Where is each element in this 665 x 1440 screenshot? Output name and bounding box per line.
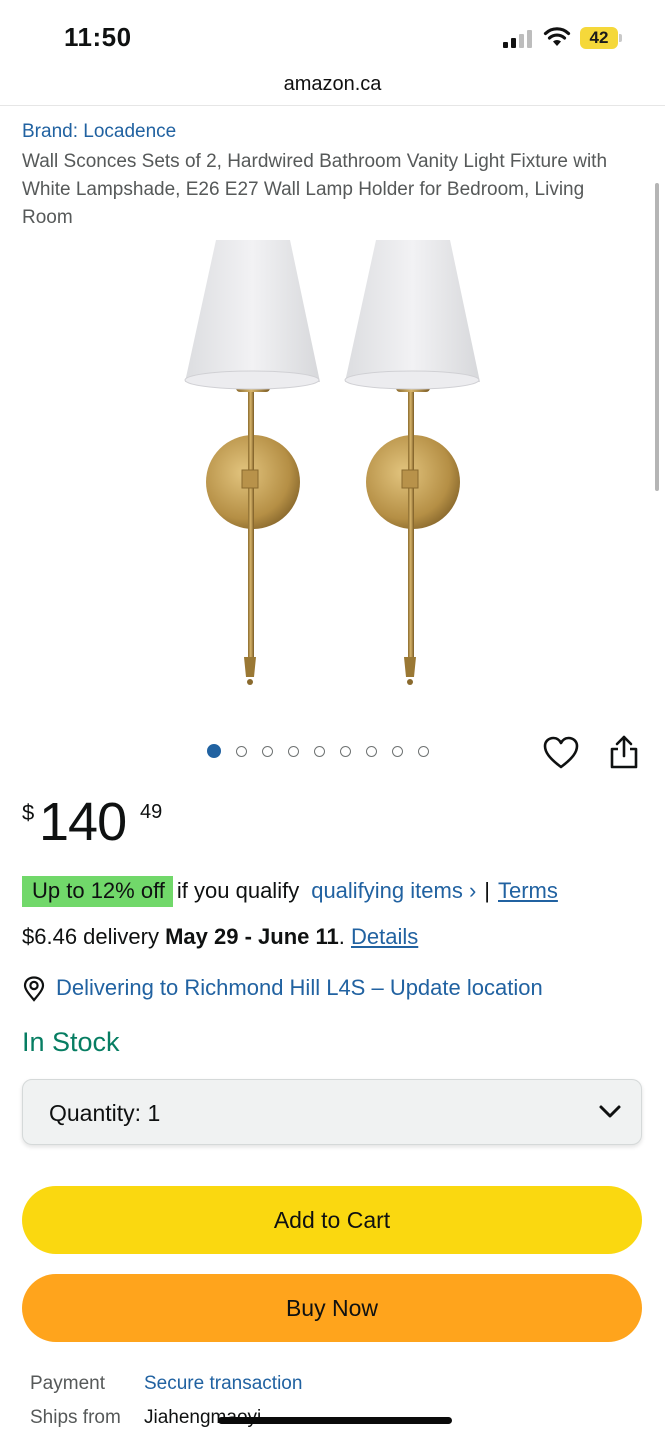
delivery-details-link[interactable]: Details: [351, 924, 418, 949]
promo-text: if you qualify: [176, 878, 300, 903]
delivery-cost: $6.46 delivery: [22, 924, 159, 949]
payment-label: Payment: [30, 1373, 105, 1394]
price-whole: 140: [39, 792, 127, 852]
product-title: Wall Sconces Sets of 2, Hardwired Bathro…: [22, 151, 608, 228]
promo-badge: Up to 12% off: [22, 876, 173, 907]
delivery-dates: May 29 - June 11: [165, 924, 339, 949]
promo-row: Up to 12% off if you qualify qualifying it…: [22, 876, 652, 910]
stock-status: In Stock: [22, 1027, 120, 1057]
url-bar[interactable]: amazon.ca: [0, 70, 665, 106]
price-symbol: $: [22, 800, 35, 825]
wifi-icon: [543, 27, 571, 46]
add-to-cart-button[interactable]: Add to Cart: [22, 1186, 642, 1254]
carousel-dot[interactable]: [340, 746, 351, 757]
ships-from-label: Ships from: [30, 1407, 121, 1428]
buy-now-button[interactable]: Buy Now: [22, 1274, 642, 1342]
image-carousel-dots: [207, 744, 429, 760]
terms-link[interactable]: Terms: [498, 878, 558, 903]
product-image[interactable]: [160, 232, 500, 692]
carousel-dot[interactable]: [418, 746, 429, 757]
carousel-dot[interactable]: [288, 746, 299, 757]
location-pin-icon: [23, 976, 45, 1002]
quantity-value: 1: [147, 1100, 161, 1126]
qualifying-items-link[interactable]: qualifying items ›: [311, 878, 476, 903]
carousel-dot[interactable]: [207, 744, 221, 758]
sconce-left: [184, 240, 320, 685]
price-fraction: 49: [140, 801, 163, 823]
battery-icon: 42: [580, 27, 622, 49]
battery-level: 42: [589, 28, 609, 47]
promo-separator: |: [484, 878, 490, 903]
sconce-right: [344, 240, 480, 685]
cellular-signal-icon: [503, 30, 532, 48]
quantity-select[interactable]: Quantity: 1: [22, 1079, 642, 1145]
brand-link[interactable]: Brand: Locadence: [22, 121, 176, 143]
page-scrollbar[interactable]: [655, 183, 659, 491]
status-bar: 11:50 42: [0, 0, 665, 70]
carousel-dot[interactable]: [262, 746, 273, 757]
delivery-period: .: [338, 924, 345, 949]
chevron-down-icon: [599, 1105, 621, 1118]
status-time: 11:50: [64, 22, 132, 52]
payment-row: Payment Secure transaction: [30, 1373, 302, 1395]
carousel-dot[interactable]: [366, 746, 377, 757]
delivery-info: $6.46 delivery May 29 - June 11. Details: [22, 924, 418, 950]
carousel-dot[interactable]: [314, 746, 325, 757]
url-text: amazon.ca: [283, 73, 382, 95]
carousel-dot[interactable]: [236, 746, 247, 757]
home-indicator: [218, 1417, 452, 1424]
carousel-dot[interactable]: [392, 746, 403, 757]
secure-transaction-link[interactable]: Secure transaction: [144, 1373, 302, 1394]
share-icon[interactable]: [607, 734, 641, 770]
location-text: Delivering to Richmond Hill L4S – Update…: [56, 975, 543, 1000]
quantity-label: Quantity: 1: [49, 1100, 161, 1126]
heart-icon[interactable]: [543, 736, 579, 770]
